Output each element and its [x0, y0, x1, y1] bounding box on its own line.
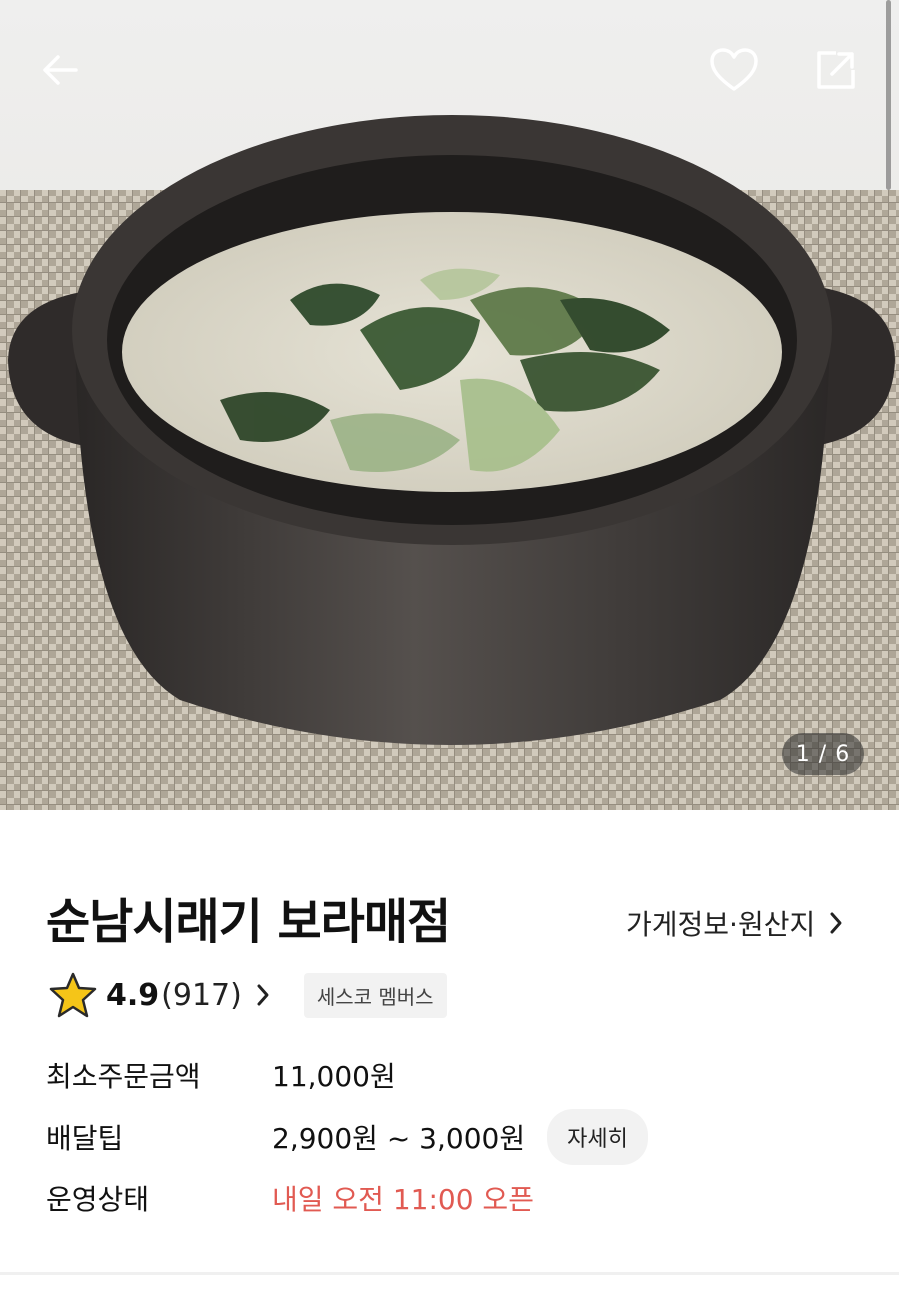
- section-divider: [0, 1272, 899, 1275]
- reviews-link[interactable]: [256, 983, 270, 1007]
- chevron-right-icon: [257, 984, 269, 1006]
- arrow-left-icon: [43, 55, 78, 85]
- heart-outline-icon: [710, 48, 758, 91]
- share-button[interactable]: [804, 38, 868, 102]
- star-icon: [49, 972, 97, 1018]
- operating-status-value: 내일 오전 11:00 오픈: [272, 1183, 534, 1216]
- review-count: (917): [161, 977, 242, 1013]
- store-info-link-label: 가게정보·원산지: [626, 908, 816, 941]
- like-button[interactable]: [702, 38, 766, 102]
- rating-score: 4.9: [106, 977, 160, 1013]
- delivery-tip-detail-button[interactable]: 자세히: [547, 1109, 648, 1165]
- store-name: 순남시래기 보라매점: [46, 894, 451, 950]
- delivery-tip-label: 배달팁: [46, 1122, 124, 1155]
- cesco-member-badge: 세스코 멤버스: [303, 972, 447, 1018]
- store-info-origin-link[interactable]: 가게정보·원산지: [626, 903, 843, 943]
- food-photo: [0, 0, 899, 810]
- rating-row: 4.9 (917) 세스코 멤버스: [48, 972, 447, 1018]
- back-button[interactable]: [28, 38, 92, 102]
- photo-counter: 1 / 6: [782, 733, 864, 775]
- delivery-tip-row: 배달팁 2,900원 ~ 3,000원 자세히: [46, 1109, 648, 1165]
- scrollbar[interactable]: [886, 0, 891, 190]
- operating-status-row: 운영상태 내일 오전 11:00 오픈: [46, 1176, 534, 1220]
- delivery-tip-value: 2,900원 ~ 3,000원: [272, 1122, 526, 1155]
- store-info-panel: 순남시래기 보라매점 가게정보·원산지 4.9 (917) 세스코 멤버스 최소…: [0, 810, 899, 1297]
- min-order-row: 최소주문금액 11,000원: [46, 1053, 396, 1097]
- hero-photo-carousel[interactable]: 1 / 6: [0, 0, 899, 810]
- min-order-label: 최소주문금액: [46, 1060, 201, 1093]
- share-icon: [817, 51, 855, 89]
- chevron-right-icon: [830, 912, 842, 934]
- operating-status-label: 운영상태: [46, 1183, 150, 1216]
- min-order-value: 11,000원: [272, 1060, 396, 1093]
